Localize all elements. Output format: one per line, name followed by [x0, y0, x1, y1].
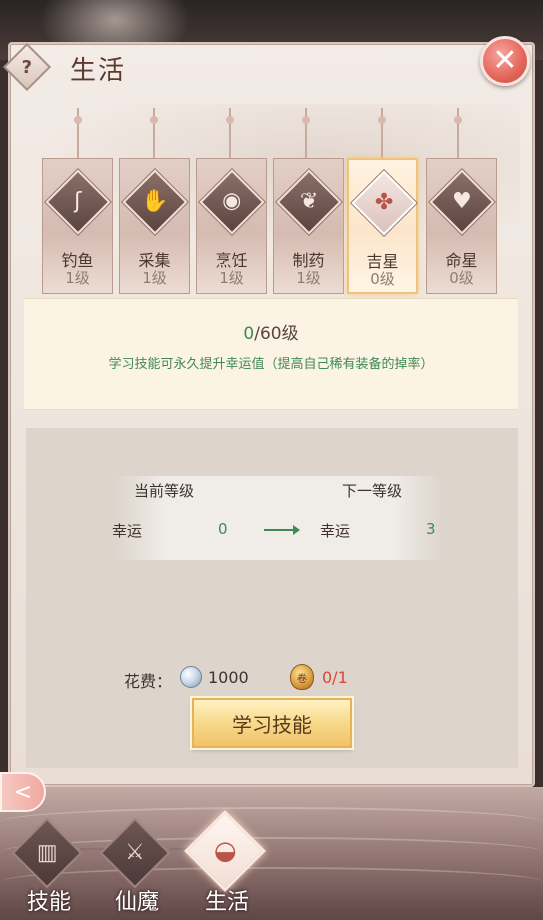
- nav-label: 技能: [26, 890, 71, 915]
- current-stat-value: 0: [218, 520, 228, 538]
- skill-tabs: ʃ 钓鱼 1级 ✋ 采集 1级 ◉ 烹饪 1级 ❦ 制药 1级 ✤ 吉星 0级 …: [42, 158, 502, 294]
- close-icon: ✕: [492, 43, 518, 78]
- gather-hand-icon: ✋: [141, 189, 169, 214]
- silver-coin-icon: [180, 666, 202, 688]
- skill-tab-cooking[interactable]: ◉ 烹饪 1级: [196, 158, 267, 294]
- skill-level: 0级: [370, 270, 395, 288]
- close-button[interactable]: ✕: [480, 36, 530, 86]
- current-level-header: 当前等级: [134, 482, 195, 500]
- herb-bowl-icon: ❦: [299, 189, 319, 214]
- skill-detail-box: 当前等级 下一等级 幸运 0 幸运 3 花费： 1000 卷 0/1 学习技能: [26, 428, 518, 768]
- skill-tab-gathering[interactable]: ✋ 采集 1级: [119, 158, 190, 294]
- destiny-star-icon: ♥: [452, 188, 472, 214]
- sword-wing-icon: ⚔: [125, 839, 145, 865]
- skill-info-box: 0/60级 学习技能可永久提升幸运值（提高自己稀有装备的掉率）: [24, 298, 518, 410]
- skill-token-icon: 卷: [290, 664, 314, 690]
- cooking-bowl-icon: ◒: [183, 809, 267, 893]
- learn-skill-button[interactable]: 学习技能: [192, 698, 352, 748]
- destiny-star-icon: ♥: [429, 169, 495, 235]
- string: [150, 108, 158, 160]
- string: [378, 108, 386, 160]
- token-cost: 0/1: [322, 668, 348, 687]
- hanging-strings: [0, 108, 543, 160]
- next-level-header: 下一等级: [342, 482, 403, 500]
- skill-tab-fishing[interactable]: ʃ 钓鱼 1级: [42, 158, 113, 294]
- skill-level: 1级: [65, 269, 90, 287]
- level-progress: 0/60级: [24, 319, 518, 344]
- skill-level: 0级: [449, 269, 474, 287]
- skill-level: 1级: [142, 269, 167, 287]
- page-title: 生活: [70, 56, 127, 86]
- string: [302, 108, 310, 160]
- token-text: 卷: [297, 673, 307, 685]
- fishing-hook-icon: ʃ: [74, 188, 82, 214]
- question-icon: ?: [21, 56, 33, 78]
- lucky-star-icon: ✤: [351, 170, 417, 236]
- cooking-pan-icon: ◉: [199, 169, 265, 235]
- string: [74, 108, 82, 160]
- fishing-hook-icon: ʃ: [45, 169, 111, 235]
- lucky-star-icon: ✤: [374, 190, 394, 215]
- coin-cost: 1000: [208, 668, 249, 687]
- gather-hand-icon: ✋: [122, 169, 188, 235]
- string: [226, 108, 234, 160]
- nav-label: 仙魔: [114, 890, 159, 915]
- arrow-right-icon: [264, 525, 300, 535]
- skill-book-icon: ▥: [11, 817, 83, 889]
- current-stat-label: 幸运: [112, 522, 143, 540]
- skill-level: 1级: [219, 269, 244, 287]
- current-level: 0: [243, 324, 255, 344]
- back-button[interactable]: <: [0, 772, 46, 812]
- nav-life[interactable]: ◒ 生活: [182, 808, 272, 918]
- herb-bowl-icon: ❦: [276, 169, 342, 235]
- next-stat-label: 幸运: [320, 522, 351, 540]
- nav-skills[interactable]: ▥ 技能: [4, 808, 94, 918]
- max-level: /60级: [254, 324, 299, 344]
- skill-tab-alchemy[interactable]: ❦ 制药 1级: [273, 158, 344, 294]
- cooking-bowl-icon: ◒: [213, 836, 237, 866]
- sword-wing-icon: ⚔: [99, 817, 171, 889]
- nav-label: 生活: [204, 890, 249, 915]
- nav-immortal-demon[interactable]: ⚔ 仙魔: [92, 808, 182, 918]
- skill-tab-destiny-star[interactable]: ♥ 命星 0级: [426, 158, 497, 294]
- skill-book-icon: ▥: [36, 839, 58, 865]
- next-stat-value: 3: [426, 520, 436, 538]
- skill-tab-lucky-star[interactable]: ✤ 吉星 0级: [347, 158, 418, 294]
- chevron-left-icon: <: [13, 779, 33, 805]
- cost-label: 花费：: [124, 672, 173, 691]
- string: [454, 108, 462, 160]
- cooking-pan-icon: ◉: [222, 188, 242, 214]
- skill-level: 1级: [296, 269, 321, 287]
- skill-description: 学习技能可永久提升幸运值（提高自己稀有装备的掉率）: [108, 357, 434, 372]
